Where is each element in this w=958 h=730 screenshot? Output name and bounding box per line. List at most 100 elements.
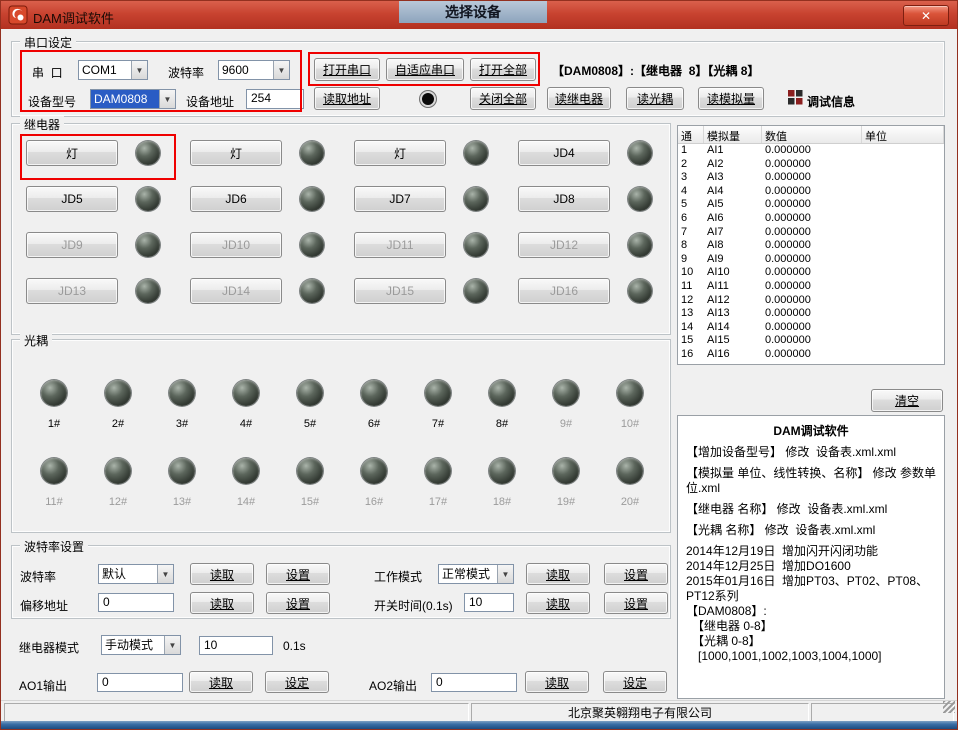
table-row[interactable]: 13AI130.000000	[678, 307, 944, 321]
relay-button[interactable]: 灯	[26, 140, 118, 166]
chevron-down-icon[interactable]: ▼	[273, 61, 289, 79]
relay-time-input[interactable]: 10	[199, 636, 273, 655]
read-opto-button[interactable]: 读光耦	[626, 87, 684, 110]
table-row[interactable]: 16AI160.000000	[678, 348, 944, 362]
read-analog-button[interactable]: 读模拟量	[698, 87, 764, 110]
addr-input[interactable]: 254	[246, 89, 304, 109]
close-button[interactable]: ✕	[903, 5, 949, 26]
ao1-read-button[interactable]: 读取	[189, 671, 253, 693]
auto-serial-button[interactable]: 自适应串口	[386, 58, 464, 81]
relay-button[interactable]: JD4	[518, 140, 610, 166]
table-row[interactable]: 12AI120.000000	[678, 294, 944, 308]
offset-label: 偏移地址	[20, 597, 68, 614]
chevron-down-icon[interactable]: ▼	[164, 636, 180, 654]
offset-input[interactable]: 0	[98, 593, 174, 612]
work-mode-set-button[interactable]: 设置	[604, 563, 668, 585]
baudrate-combo[interactable]: 默认 ▼	[98, 564, 174, 584]
opto-led	[425, 380, 451, 406]
switch-time-read-button[interactable]: 读取	[526, 592, 590, 614]
relay-button[interactable]: JD12	[518, 232, 610, 258]
relay-button[interactable]: JD11	[354, 232, 446, 258]
chevron-down-icon[interactable]: ▼	[497, 565, 513, 583]
table-row[interactable]: 10AI100.000000	[678, 266, 944, 280]
chevron-down-icon[interactable]: ▼	[131, 61, 147, 79]
table-row[interactable]: 9AI90.000000	[678, 253, 944, 267]
relay-led[interactable]	[300, 141, 324, 165]
ao2-set-button[interactable]: 设定	[603, 671, 667, 693]
read-address-button[interactable]: 读取地址	[314, 87, 380, 110]
table-row[interactable]: 6AI60.000000	[678, 212, 944, 226]
relay-led[interactable]	[628, 187, 652, 211]
table-cell	[862, 266, 944, 280]
relay-button[interactable]: JD16	[518, 278, 610, 304]
baudrate-read-button[interactable]: 读取	[190, 563, 254, 585]
relay-led[interactable]	[628, 141, 652, 165]
column-header[interactable]: 模拟量	[704, 126, 762, 143]
chevron-down-icon[interactable]: ▼	[159, 90, 175, 108]
ao2-read-button[interactable]: 读取	[525, 671, 589, 693]
switch-time-set-button[interactable]: 设置	[604, 592, 668, 614]
clear-button[interactable]: 清空	[871, 389, 943, 412]
relay-led[interactable]	[136, 233, 160, 257]
table-row[interactable]: 1AI10.000000	[678, 144, 944, 158]
relay-led[interactable]	[136, 141, 160, 165]
table-row[interactable]: 11AI110.000000	[678, 280, 944, 294]
relay-cell: JD16	[518, 278, 682, 304]
relay-button[interactable]: JD9	[26, 232, 118, 258]
relay-led[interactable]	[464, 187, 488, 211]
chevron-down-icon[interactable]: ▼	[157, 565, 173, 583]
work-mode-read-button[interactable]: 读取	[526, 563, 590, 585]
relay-button[interactable]: JD7	[354, 186, 446, 212]
relay-led[interactable]	[628, 233, 652, 257]
table-row[interactable]: 8AI80.000000	[678, 239, 944, 253]
work-mode-value: 正常模式	[439, 565, 497, 583]
table-row[interactable]: 5AI50.000000	[678, 198, 944, 212]
table-row[interactable]: 4AI40.000000	[678, 185, 944, 199]
ao2-input[interactable]: 0	[431, 673, 517, 692]
relay-led[interactable]	[628, 279, 652, 303]
table-cell: 0.000000	[762, 198, 862, 212]
relay-button[interactable]: JD10	[190, 232, 282, 258]
relay-led[interactable]	[300, 187, 324, 211]
table-row[interactable]: 7AI70.000000	[678, 226, 944, 240]
relay-led[interactable]	[464, 279, 488, 303]
relay-button[interactable]: JD6	[190, 186, 282, 212]
relay-led[interactable]	[464, 233, 488, 257]
relay-button[interactable]: JD8	[518, 186, 610, 212]
switch-time-input[interactable]: 10	[464, 593, 514, 612]
relay-button[interactable]: JD13	[26, 278, 118, 304]
model-combo[interactable]: DAM0808 ▼	[90, 89, 176, 109]
open-all-button[interactable]: 打开全部	[470, 58, 536, 81]
port-combo[interactable]: COM1 ▼	[78, 60, 148, 80]
relay-button[interactable]: JD14	[190, 278, 282, 304]
column-header[interactable]: 通	[678, 126, 704, 143]
baud-combo[interactable]: 9600 ▼	[218, 60, 290, 80]
column-header[interactable]: 单位	[862, 126, 944, 143]
work-mode-combo[interactable]: 正常模式 ▼	[438, 564, 514, 584]
relay-led[interactable]	[136, 279, 160, 303]
baudrate-set-button[interactable]: 设置	[266, 563, 330, 585]
table-row[interactable]: 3AI30.000000	[678, 171, 944, 185]
relay-led[interactable]	[464, 141, 488, 165]
table-row[interactable]: 14AI140.000000	[678, 321, 944, 335]
resize-grip[interactable]	[943, 701, 955, 713]
relay-button[interactable]: 灯	[354, 140, 446, 166]
relay-led[interactable]	[136, 187, 160, 211]
offset-set-button[interactable]: 设置	[266, 592, 330, 614]
title-bar[interactable]: DAM调试软件 选择设备 ✕	[1, 1, 957, 29]
table-row[interactable]: 2AI20.000000	[678, 158, 944, 172]
relay-mode-combo[interactable]: 手动模式 ▼	[101, 635, 181, 655]
ao1-set-button[interactable]: 设定	[265, 671, 329, 693]
relay-led[interactable]	[300, 233, 324, 257]
read-relay-button[interactable]: 读继电器	[547, 87, 611, 110]
relay-button[interactable]: JD5	[26, 186, 118, 212]
column-header[interactable]: 数值	[762, 126, 862, 143]
ao1-input[interactable]: 0	[97, 673, 183, 692]
relay-button[interactable]: 灯	[190, 140, 282, 166]
relay-led[interactable]	[300, 279, 324, 303]
open-serial-button[interactable]: 打开串口	[314, 58, 380, 81]
relay-button[interactable]: JD15	[354, 278, 446, 304]
offset-read-button[interactable]: 读取	[190, 592, 254, 614]
table-row[interactable]: 15AI150.000000	[678, 334, 944, 348]
close-all-button[interactable]: 关闭全部	[470, 87, 536, 110]
